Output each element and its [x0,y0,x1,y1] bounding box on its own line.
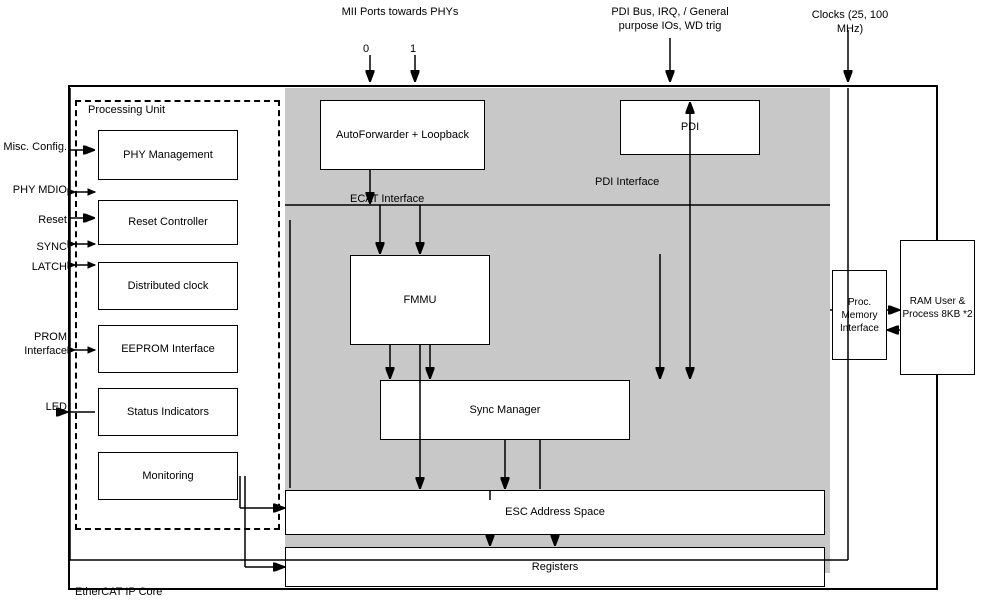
eeprom-interface-box: EEPROM Interface [98,325,238,373]
phy-mdio-label: PHY MDIO [2,183,67,197]
sync-manager-box: Sync Manager [380,380,630,440]
ecat-interface-label: ECAT Interface [350,192,424,206]
monitoring-box: Monitoring [98,452,238,500]
pdi-bus-label: PDI Bus, IRQ, / General purpose IOs, WD … [590,5,750,34]
mii-1-label: 1 [410,42,416,56]
esc-address-space-box: ESC Address Space [285,490,825,535]
processing-unit-label: Processing Unit [88,103,165,117]
pdi-interface-label: PDI Interface [595,175,659,189]
status-indicators-box: Status Indicators [98,388,238,436]
pdi-box: PDI [620,100,760,155]
mii-0-label: 0 [363,42,369,56]
distributed-clock-box: Distributed clock [98,262,238,310]
reset-label: Reset [2,213,67,227]
reset-controller-box: Reset Controller [98,200,238,245]
misc-config-label: Misc. Config. [2,140,67,154]
diagram-container: EtherCAT IP Core Processing Unit PHY Man… [0,0,998,616]
prom-interface-label: PROM Interface [2,330,67,359]
autoforwarder-box: AutoForwarder + Loopback [320,100,485,170]
ram-user-box: RAM User & Process 8KB *2 [900,240,975,375]
registers-box: Registers [285,547,825,587]
sync-label: SYNC [2,240,67,254]
fmmu-box: FMMU [350,255,490,345]
ethercat-ip-core-label: EtherCAT IP Core [75,585,162,599]
led-label: LED [2,400,67,414]
proc-memory-interface-box: Proc. Memory Interface [832,270,887,360]
phy-management-box: PHY Management [98,130,238,180]
latch-label: LATCH [2,260,67,274]
mii-ports-label: MII Ports towards PHYs [340,5,460,19]
clocks-label: Clocks (25, 100 MHz) [800,8,900,37]
